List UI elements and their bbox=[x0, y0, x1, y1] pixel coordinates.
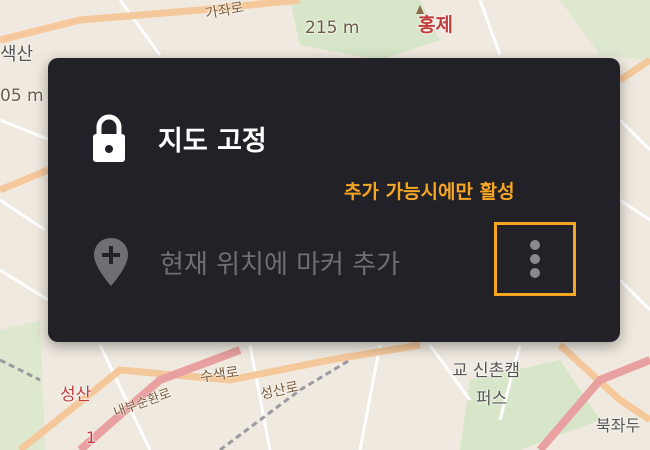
map-pin-plus-icon bbox=[88, 236, 134, 288]
lock-map-option[interactable]: 지도 고정 bbox=[86, 112, 267, 164]
map-label-station: 교 신촌캠 bbox=[452, 361, 520, 381]
map-options-dialog: 지도 고정 추가 가능시에만 활성 현재 위치에 마커 추가 bbox=[48, 58, 620, 342]
map-label-elevation-left: 05 m bbox=[0, 86, 44, 106]
add-marker-option[interactable]: 현재 위치에 마커 추가 bbox=[88, 236, 400, 288]
lock-icon bbox=[86, 112, 132, 164]
map-label-elevation: 215 m bbox=[305, 18, 360, 38]
more-options-button[interactable] bbox=[494, 222, 576, 296]
availability-note: 추가 가능시에만 활성 bbox=[344, 181, 515, 203]
lock-map-label: 지도 고정 bbox=[158, 125, 267, 157]
map-label-seongsan: 성산 bbox=[60, 385, 92, 405]
map-label-bukjwa: 북좌두 bbox=[596, 416, 641, 435]
more-vertical-icon bbox=[530, 240, 540, 278]
map-label-number: 1 bbox=[86, 428, 97, 447]
map-label-area: 색산 bbox=[0, 44, 34, 65]
add-marker-label: 현재 위치에 마커 추가 bbox=[160, 249, 401, 280]
map-label-district: 홍제 bbox=[418, 14, 453, 36]
map-label-station-2: 퍼스 bbox=[476, 389, 508, 409]
